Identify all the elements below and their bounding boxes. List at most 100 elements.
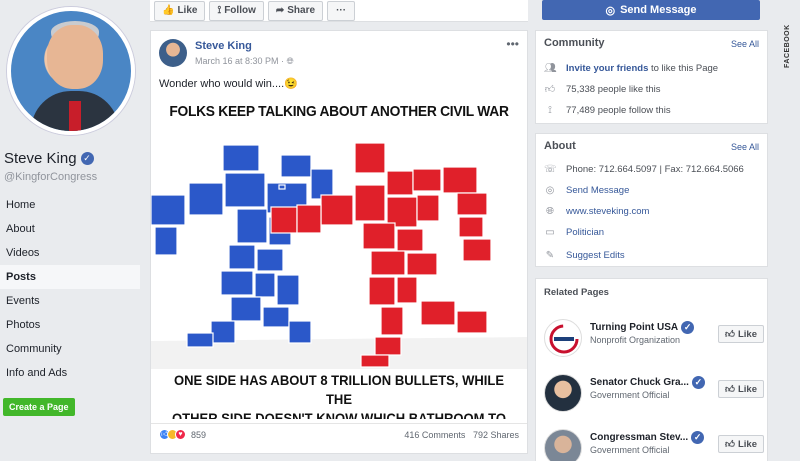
share-label: Share: [287, 5, 316, 16]
about-title: About: [544, 140, 576, 152]
follow-button[interactable]: ⟟ Follow: [209, 0, 264, 21]
wink-emoji-icon: 😉: [284, 78, 298, 90]
left-sidebar: Steve King ✓ @KingforCongress Home About…: [0, 0, 145, 461]
invite-friends-row: 👥︎ Invite your friends to like this Page: [544, 63, 718, 74]
page-title: Steve King ✓: [4, 150, 94, 167]
post-text-body: Wonder who would win....: [159, 78, 285, 90]
website-link[interactable]: www.steveking.com: [566, 206, 649, 217]
related-pages-card: Related Pages Turning Point USA ✓ Nonpro…: [535, 278, 768, 461]
nav-item-events[interactable]: Events: [0, 289, 140, 313]
post-card: Steve King March 16 at 8:30 PM · 🌐︎ ••• …: [150, 30, 528, 454]
verified-icon: ✓: [691, 431, 705, 444]
like-label: Like: [177, 5, 198, 16]
community-see-all-link[interactable]: See All: [731, 39, 759, 49]
source-watermark: FACEBOOK: [784, 24, 791, 68]
related-like-button[interactable]: 👍︎ Like: [718, 435, 764, 453]
related-page-item[interactable]: Turning Point USA ✓ Nonprofit Organizati…: [544, 319, 764, 359]
send-message-button[interactable]: ◎ Send Message: [542, 0, 760, 20]
engagement-counts: 416 Comments 792 Shares: [404, 430, 519, 440]
verified-icon: ✓: [80, 152, 94, 165]
post-text: Wonder who would win....😉: [159, 77, 298, 90]
related-page-item[interactable]: Congressman Stev... ✓ Government Officia…: [544, 429, 764, 461]
follow-label: Follow: [224, 5, 256, 16]
nav-item-posts[interactable]: Posts: [0, 265, 140, 289]
category-link[interactable]: Politician: [566, 227, 604, 238]
related-page-name-text: Congressman Stev...: [590, 432, 689, 443]
community-title: Community: [544, 37, 605, 49]
tag-icon: ▭: [545, 227, 555, 238]
profile-picture[interactable]: [7, 7, 135, 135]
nav-item-info-and-ads[interactable]: Info and Ads: [0, 361, 140, 385]
post-options-button[interactable]: •••: [506, 37, 519, 51]
related-page-name: Congressman Stev... ✓: [590, 431, 705, 444]
page-nav: Home About Videos Posts Events Photos Co…: [0, 193, 140, 385]
related-page-name: Turning Point USA ✓: [590, 321, 695, 334]
suggest-edits-row: ✎ Suggest Edits: [544, 250, 625, 261]
about-see-all-link[interactable]: See All: [731, 142, 759, 152]
chuck-grassley-avatar: [544, 374, 582, 412]
nav-item-community[interactable]: Community: [0, 337, 140, 361]
suggest-edits-link[interactable]: Suggest Edits: [566, 250, 625, 261]
page-name-text: Steve King: [4, 150, 77, 167]
related-pages-title: Related Pages: [544, 287, 609, 298]
about-send-message-link[interactable]: Send Message: [566, 185, 629, 196]
thumbs-up-icon: 👍︎: [725, 384, 735, 395]
related-page-category: Government Official: [590, 445, 670, 455]
page-handle[interactable]: @KingforCongress: [4, 171, 97, 183]
turning-point-logo: [544, 319, 582, 357]
related-page-name-text: Senator Chuck Gra...: [590, 377, 689, 388]
nav-item-about[interactable]: About: [0, 217, 140, 241]
invite-text: Invite your friends to like this Page: [566, 63, 718, 74]
more-options-button[interactable]: ···: [327, 0, 356, 21]
meme-top-caption: FOLKS KEEP TALKING ABOUT ANOTHER CIVIL W…: [169, 103, 509, 120]
reactions-summary[interactable]: 👍︎ ♥ 859: [159, 429, 206, 440]
related-like-label: Like: [737, 438, 757, 450]
invite-suffix: to like this Page: [648, 63, 719, 74]
follows-row: ⟟ 77,489 people follow this: [544, 105, 671, 116]
related-page-category: Government Official: [590, 390, 670, 400]
like-page-button[interactable]: 👍 Like: [154, 0, 206, 21]
meme-bottom-line-2: OTHER SIDE DOESN'T KNOW WHICH BATHROOM T…: [172, 410, 506, 419]
post-image[interactable]: FOLKS KEEP TALKING ABOUT ANOTHER CIVIL W…: [151, 95, 527, 419]
thumbs-up-icon: 👍︎: [725, 439, 735, 450]
follows-count-text: 77,489 people follow this: [566, 105, 671, 116]
messenger-icon: ◎: [545, 185, 555, 196]
shares-count[interactable]: 792 Shares: [473, 430, 519, 440]
post-timestamp[interactable]: March 16 at 8:30 PM · 🌐︎: [195, 56, 294, 67]
nav-item-home[interactable]: Home: [0, 193, 140, 217]
about-card: About See All ☏ Phone: 712.664.5097 | Fa…: [535, 133, 768, 267]
comments-count[interactable]: 416 Comments: [404, 430, 465, 440]
website-row: 🌐︎ www.steveking.com: [544, 206, 649, 217]
globe-icon: 🌐︎: [286, 56, 294, 66]
related-page-name: Senator Chuck Gra... ✓: [590, 376, 705, 389]
people-icon: 👥︎: [544, 63, 557, 74]
page-action-bar: 👍 Like ⟟ Follow ➦ Share ···: [150, 0, 528, 22]
about-send-message-row: ◎ Send Message: [544, 185, 630, 196]
related-like-button[interactable]: 👍︎ Like: [718, 380, 764, 398]
messenger-icon: ◎: [605, 4, 616, 17]
love-reaction-icon: ♥: [175, 429, 186, 440]
nav-item-videos[interactable]: Videos: [0, 241, 140, 265]
pencil-icon: ✎: [545, 250, 555, 261]
thumbs-up-icon: 👍︎: [725, 329, 735, 340]
send-message-label: Send Message: [620, 4, 697, 16]
map-figures-illustration: [151, 125, 527, 369]
verified-icon: ✓: [681, 321, 695, 334]
invite-friends-link[interactable]: Invite your friends: [566, 63, 648, 74]
create-page-button[interactable]: Create a Page: [3, 398, 75, 416]
avatar-tie: [69, 101, 81, 131]
post-footer: 👍︎ ♥ 859 416 Comments 792 Shares: [151, 423, 527, 445]
post-author-avatar[interactable]: [159, 39, 187, 67]
meme-bottom-line-1: ONE SIDE HAS ABOUT 8 TRILLION BULLETS, W…: [173, 372, 505, 407]
nav-item-photos[interactable]: Photos: [0, 313, 140, 337]
post-time-text: March 16 at 8:30 PM ·: [195, 56, 287, 66]
phone-row: ☏ Phone: 712.664.5097 | Fax: 712.664.506…: [544, 164, 744, 175]
phone-icon: ☏: [544, 164, 557, 175]
related-like-button[interactable]: 👍︎ Like: [718, 325, 764, 343]
category-row: ▭ Politician: [544, 227, 604, 238]
share-arrow-icon: ➦: [275, 5, 285, 16]
avatar-face: [47, 25, 103, 89]
share-button[interactable]: ➦ Share: [267, 0, 324, 21]
related-page-item[interactable]: Senator Chuck Gra... ✓ Government Offici…: [544, 374, 764, 414]
post-author-name[interactable]: Steve King: [195, 40, 252, 52]
